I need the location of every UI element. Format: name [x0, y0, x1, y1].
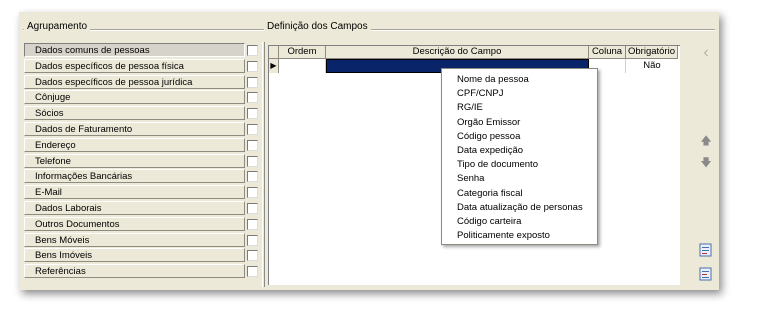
group-item-button[interactable]: Bens Móveis — [24, 232, 245, 247]
group-item-checkbox[interactable] — [247, 76, 258, 88]
dropdown-option[interactable]: Código pessoa — [457, 130, 520, 144]
import-icon[interactable] — [699, 243, 713, 257]
group-item[interactable]: Dados de Faturamento — [24, 122, 260, 138]
group-item-button[interactable]: Endereço — [24, 137, 245, 152]
dialog-window: Agrupamento Definição dos Campos Dados c… — [19, 12, 719, 290]
group-item-checkbox[interactable] — [247, 171, 258, 183]
group-item[interactable]: Dados comuns de pessoas — [24, 43, 260, 59]
group-item[interactable]: Cônjuge — [24, 90, 260, 106]
field-dropdown-list: Nome da pessoa CPF/CNPJ RG/IE Orgão Emissor… — [441, 68, 598, 245]
group-item-button[interactable]: Sócios — [24, 106, 245, 121]
group-item-checkbox[interactable] — [247, 234, 258, 246]
col-obrigatorio[interactable]: Obrigatório — [626, 46, 678, 59]
group-item-button[interactable]: Dados Laborais — [24, 201, 245, 215]
group-item-checkbox[interactable] — [247, 155, 258, 167]
group-item[interactable]: Sócios — [24, 106, 260, 122]
arrow-up-icon[interactable]: 🡅 — [699, 134, 713, 148]
dropdown-option[interactable]: Data expedição — [457, 144, 523, 158]
export-icon[interactable] — [699, 267, 713, 281]
group-item[interactable]: Telefone — [24, 153, 260, 170]
dropdown-option[interactable]: Orgão Emissor — [457, 116, 520, 130]
dropdown-option[interactable]: Politicamente exposto — [457, 229, 550, 243]
dropdown-option[interactable]: RG/IE — [457, 101, 483, 115]
group-item-button[interactable]: Cônjuge — [24, 90, 245, 105]
group-item-button[interactable]: Telefone — [24, 153, 245, 168]
right-toolbar: ‹ 🡅 🡇 — [695, 42, 717, 287]
group-item-button[interactable]: Dados de Faturamento — [24, 122, 245, 136]
dropdown-option[interactable]: Tipo de documento — [457, 158, 538, 172]
group-item-checkbox[interactable] — [247, 45, 258, 56]
group-item-checkbox[interactable] — [247, 250, 258, 262]
group-item-checkbox[interactable] — [247, 92, 258, 104]
group-item-button[interactable]: E-Mail — [24, 185, 245, 200]
dropdown-option[interactable]: Categoria fiscal — [457, 187, 522, 201]
group-item-checkbox[interactable] — [247, 60, 258, 72]
group-item[interactable]: Outros Documentos — [24, 216, 260, 233]
group-item-button[interactable]: Outros Documentos — [24, 216, 245, 231]
dropdown-option[interactable]: Senha — [457, 172, 484, 186]
group-item-button[interactable]: Dados comuns de pessoas — [24, 43, 245, 57]
dropdown-option[interactable]: CPF/CNPJ — [457, 87, 503, 101]
col-ordem[interactable]: Ordem — [279, 46, 326, 59]
dropdown-option[interactable]: Data atualização de personas — [457, 201, 583, 215]
group-item-button[interactable]: Bens Imóveis — [24, 248, 245, 263]
group-item-checkbox[interactable] — [247, 139, 258, 151]
group-item-checkbox[interactable] — [247, 203, 258, 214]
group-item-button[interactable]: Dados específicos de pessoa física — [24, 58, 245, 73]
cell-obrigatorio[interactable]: Não — [626, 59, 678, 73]
group-item[interactable]: Dados específicos de pessoa jurídica — [24, 74, 260, 91]
group-item[interactable]: E-Mail — [24, 185, 260, 201]
row-indicator-icon: ▶ — [269, 59, 279, 73]
arrow-down-icon[interactable]: 🡇 — [699, 156, 713, 170]
group-item[interactable]: Referências — [24, 264, 260, 280]
group-list: Dados comuns de pessoas Dados específicos… — [24, 43, 260, 286]
cell-ordem[interactable] — [279, 59, 326, 73]
group-item-checkbox[interactable] — [247, 108, 258, 120]
group-item[interactable]: Endereço — [24, 137, 260, 154]
group-item-checkbox[interactable] — [247, 187, 258, 199]
group-item[interactable]: Dados Laborais — [24, 201, 260, 217]
group-item[interactable]: Bens Móveis — [24, 232, 260, 249]
group-item-button[interactable]: Referências — [24, 264, 245, 279]
dropdown-option[interactable]: Nome da pessoa — [457, 73, 529, 87]
chevron-left-icon[interactable]: ‹ — [699, 45, 713, 61]
group-item-button[interactable]: Informações Bancárias — [24, 169, 245, 184]
agrupamento-label: Agrupamento — [24, 21, 91, 32]
definicao-label: Definição dos Campos — [264, 21, 371, 32]
group-item[interactable]: Dados específicos de pessoa física — [24, 58, 260, 75]
dropdown-option[interactable]: Código carteira — [457, 215, 521, 229]
group-item-checkbox[interactable] — [247, 266, 258, 278]
col-coluna[interactable]: Coluna — [589, 46, 626, 59]
group-item-button[interactable]: Dados específicos de pessoa jurídica — [24, 74, 245, 89]
group-item-checkbox[interactable] — [247, 218, 258, 230]
group-item[interactable]: Bens Imóveis — [24, 248, 260, 264]
splitter[interactable] — [262, 42, 265, 287]
grid-corner — [269, 46, 279, 59]
col-descricao[interactable]: Descrição do Campo — [326, 46, 589, 59]
group-item[interactable]: Informações Bancárias — [24, 169, 260, 185]
group-item-checkbox[interactable] — [247, 124, 258, 135]
